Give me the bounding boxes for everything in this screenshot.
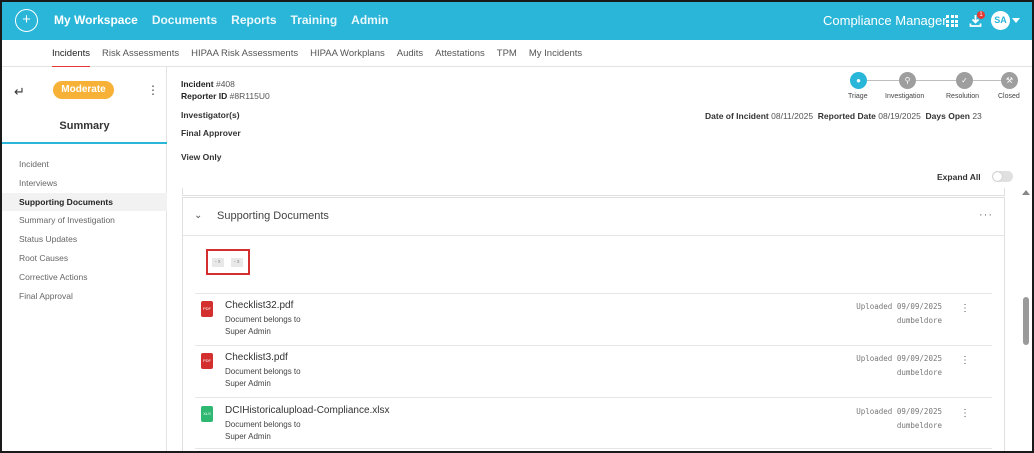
nav-admin[interactable]: Admin <box>351 13 388 27</box>
back-arrow-icon[interactable]: ↵ <box>14 84 25 100</box>
incident-sidebar: ↵ Moderate ⋮ Summary Incident Interviews… <box>2 67 167 451</box>
document-row[interactable]: XLS DCIHistoricalupload-Compliance.xlsx … <box>183 399 1004 451</box>
more-vertical-icon[interactable]: ⋮ <box>960 408 970 419</box>
document-owner: Document belongs to Super Admin <box>225 315 301 336</box>
more-vertical-icon[interactable]: ⋮ <box>960 303 970 314</box>
step-label-triage: Triage <box>848 93 868 100</box>
days-open: 23 <box>972 111 982 121</box>
nav-my-workspace[interactable]: My Workspace <box>54 13 138 27</box>
tab-hipaa-risk-assessments[interactable]: HIPAA Risk Assessments <box>191 48 298 68</box>
tab-risk-assessments[interactable]: Risk Assessments <box>102 48 179 68</box>
document-owner: Document belongs to Super Admin <box>225 367 301 388</box>
filter-chip[interactable]: - x <box>231 258 243 267</box>
incident-number: #408 <box>215 79 235 89</box>
tab-tpm[interactable]: TPM <box>497 48 517 68</box>
upload-info: Uploaded 09/09/2025 dumbeldore <box>856 354 942 377</box>
sidebar-item-supporting-documents[interactable]: Supporting Documents <box>2 192 167 212</box>
document-name[interactable]: Checklist3.pdf <box>225 352 288 363</box>
section-title: Supporting Documents <box>217 210 329 222</box>
apps-grid-icon[interactable] <box>946 15 958 27</box>
workflow-stepper: ● ⚲ ✓ ⚒ Triage Investigation Resolution … <box>842 72 1027 104</box>
chevron-down-icon[interactable] <box>1012 18 1020 23</box>
expand-all-toggle[interactable] <box>992 171 1013 182</box>
document-row[interactable]: PDF Checklist3.pdf Document belongs to Su… <box>183 346 1004 398</box>
top-navigation-bar: + My Workspace Documents Reports Trainin… <box>2 2 1032 40</box>
nav-documents[interactable]: Documents <box>152 13 217 27</box>
sidebar-item-summary-of-investigation[interactable]: Summary of Investigation <box>2 211 167 230</box>
circle-icon[interactable]: ● <box>850 72 867 89</box>
risk-level-badge: Moderate <box>53 81 114 99</box>
document-row[interactable]: PDF Checklist32.pdf Document belongs to S… <box>183 294 1004 346</box>
notification-badge: 1 <box>977 11 985 19</box>
module-tabs: Incidents Risk Assessments HIPAA Risk As… <box>2 40 1032 68</box>
date-of-incident: 08/11/2025 <box>771 111 814 121</box>
step-label-closed: Closed <box>998 93 1020 100</box>
scrollbar-thumb[interactable] <box>1023 297 1029 345</box>
section-nav: Incident Interviews Supporting Documents… <box>2 155 167 305</box>
reported-date-label: Reported Date <box>817 111 876 121</box>
sidebar-item-corrective-actions[interactable]: Corrective Actions <box>2 268 167 287</box>
xls-file-icon: XLS <box>201 406 213 422</box>
main-nav: My Workspace Documents Reports Training … <box>54 13 389 27</box>
final-approver-label: Final Approver <box>181 128 241 138</box>
check-icon[interactable]: ✓ <box>956 72 973 89</box>
sidebar-item-root-causes[interactable]: Root Causes <box>2 249 167 268</box>
upload-info: Uploaded 09/09/2025 dumbeldore <box>856 407 942 430</box>
incident-dates: Date of Incident 08/11/2025 Reported Dat… <box>705 111 982 121</box>
step-label-investigation: Investigation <box>885 93 925 100</box>
pdf-file-icon: PDF <box>201 301 213 317</box>
reporter-id: #8R115U0 <box>229 90 270 101</box>
view-only-label: View Only <box>181 152 222 162</box>
document-name[interactable]: Checklist32.pdf <box>225 300 293 311</box>
nav-reports[interactable]: Reports <box>231 13 276 27</box>
more-vertical-icon[interactable]: ⋮ <box>147 83 159 97</box>
tab-incidents[interactable]: Incidents <box>52 48 91 68</box>
incident-ids: Incident #408 Reporter ID #8R115U0 <box>181 79 270 102</box>
filter-chips: - x - x <box>206 249 250 275</box>
reported-date: 08/19/2025 <box>878 111 921 121</box>
sidebar-item-incident[interactable]: Incident <box>2 155 167 174</box>
pdf-file-icon: PDF <box>201 353 213 369</box>
more-horizontal-icon[interactable]: ··· <box>979 209 993 221</box>
sidebar-item-final-approval[interactable]: Final Approval <box>2 287 167 306</box>
app-window: + My Workspace Documents Reports Trainin… <box>0 0 1034 453</box>
nav-training[interactable]: Training <box>291 13 338 27</box>
tab-summary[interactable]: Summary <box>2 108 167 144</box>
section-header[interactable]: ⌄ Supporting Documents ··· <box>183 198 1004 236</box>
user-avatar[interactable]: SA <box>991 11 1010 30</box>
previous-section-edge <box>182 188 1005 196</box>
reporter-id-label: Reporter ID <box>181 90 228 101</box>
search-icon[interactable]: ⚲ <box>899 72 916 89</box>
sidebar-item-interviews[interactable]: Interviews <box>2 174 167 193</box>
tab-hipaa-workplans[interactable]: HIPAA Workplans <box>310 48 385 68</box>
sidebar-item-status-updates[interactable]: Status Updates <box>2 230 167 249</box>
gavel-icon[interactable]: ⚒ <box>1001 72 1018 89</box>
tab-audits[interactable]: Audits <box>397 48 423 68</box>
supporting-documents-section: ⌄ Supporting Documents ··· - x - x PDF C… <box>182 197 1005 451</box>
filter-chip[interactable]: - x <box>212 258 224 267</box>
app-title: Compliance Manager <box>823 13 947 28</box>
tab-attestations[interactable]: Attestations <box>435 48 485 68</box>
expand-all-label: Expand All <box>937 172 981 182</box>
scroll-up-arrow-icon[interactable] <box>1022 190 1030 195</box>
document-name[interactable]: DCIHistoricalupload-Compliance.xlsx <box>225 405 390 416</box>
document-owner: Document belongs to Super Admin <box>225 420 301 441</box>
tab-my-incidents[interactable]: My Incidents <box>529 48 582 68</box>
days-open-label: Days Open <box>925 111 970 121</box>
incident-label: Incident <box>181 79 214 89</box>
upload-info: Uploaded 09/09/2025 dumbeldore <box>856 302 942 325</box>
date-of-incident-label: Date of Incident <box>705 111 769 121</box>
step-label-resolution: Resolution <box>946 93 980 100</box>
more-vertical-icon[interactable]: ⋮ <box>960 355 970 366</box>
chevron-down-icon[interactable]: ⌄ <box>194 210 202 221</box>
investigators-label: Investigator(s) <box>181 110 240 120</box>
plus-circle-icon[interactable]: + <box>15 9 38 32</box>
